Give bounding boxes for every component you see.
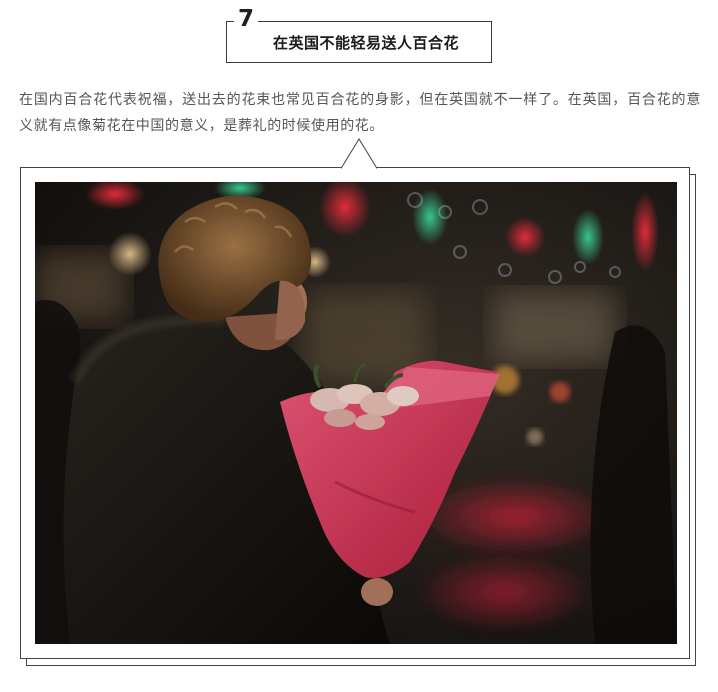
section-title: 在英国不能轻易送人百合花 — [272, 34, 459, 52]
body-paragraph: 在国内百合花代表祝福，送出去的花束也常见百合花的身影，但在英国就不一样了。在英国… — [19, 92, 701, 134]
frame-pointer-notch — [341, 138, 377, 169]
photo-man-with-bouquet — [35, 182, 677, 644]
